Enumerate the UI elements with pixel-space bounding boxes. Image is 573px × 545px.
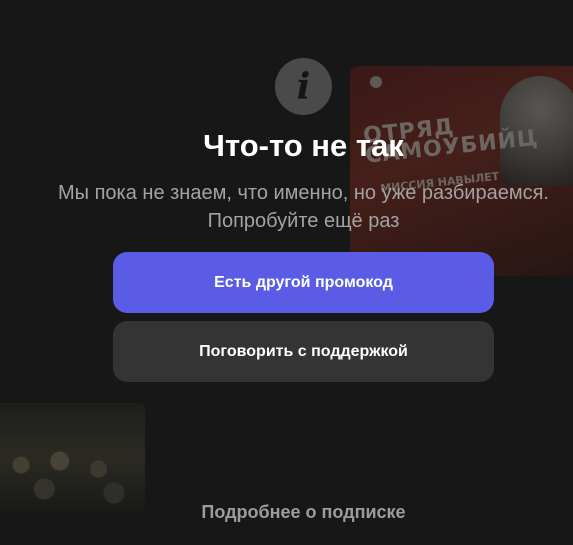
error-message-line-2: Попробуйте ещё раз bbox=[207, 210, 400, 232]
error-message: Мы пока не знаем, что именно, но уже раз… bbox=[0, 179, 573, 235]
subscription-details-link[interactable]: Подробнее о подписке bbox=[0, 502, 573, 523]
info-icon-glyph: i bbox=[296, 65, 311, 108]
other-promocode-button[interactable]: Есть другой промокод bbox=[113, 252, 494, 313]
contact-support-button[interactable]: Поговорить с поддержкой bbox=[113, 321, 494, 382]
page: Отряд самоубийц Миссия навылет i Что-то … bbox=[0, 0, 573, 545]
info-icon: i bbox=[275, 58, 332, 115]
chevron-down-icon[interactable]: ⌄ bbox=[296, 538, 310, 545]
error-message-line-1: Мы пока не знаем, что именно, но уже раз… bbox=[58, 182, 549, 204]
error-title: Что-то не так bbox=[203, 128, 404, 163]
